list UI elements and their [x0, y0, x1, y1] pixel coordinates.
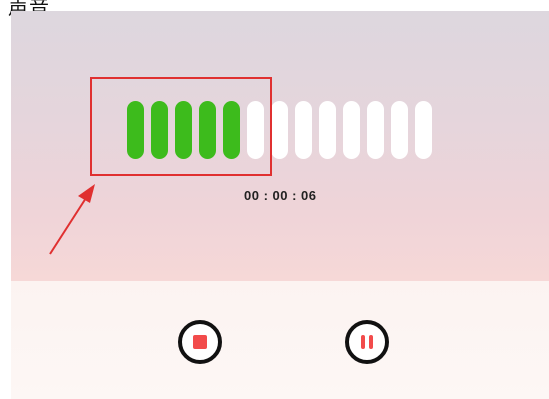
stop-icon	[193, 335, 207, 349]
pause-icon	[361, 335, 373, 349]
annotation-highlight-box	[90, 77, 272, 176]
level-bar-inactive	[295, 101, 312, 159]
elapsed-time: 00 : 00 : 06	[244, 188, 317, 203]
level-bar-inactive	[367, 101, 384, 159]
level-bar-inactive	[415, 101, 432, 159]
pause-button[interactable]	[345, 320, 389, 364]
controls-bar	[11, 281, 549, 399]
recorder-screen: 声音 00 : 00 : 06	[0, 0, 549, 399]
level-bar-inactive	[319, 101, 336, 159]
stop-button[interactable]	[178, 320, 222, 364]
level-bar-inactive	[343, 101, 360, 159]
level-bar-inactive	[391, 101, 408, 159]
level-bar-inactive	[271, 101, 288, 159]
